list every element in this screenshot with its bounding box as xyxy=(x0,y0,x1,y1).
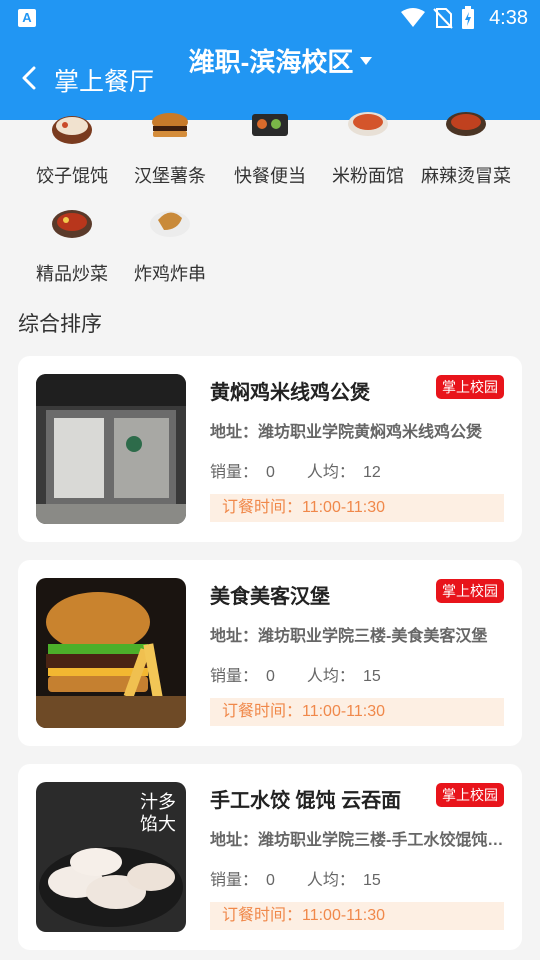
order-time: 订餐时间：11:00-11:30 xyxy=(210,698,504,726)
store-card[interactable]: 汁多馅大 手工水饺 馄饨 云吞面 掌上校园 地址：潍坊职业学院三楼-手工水饺馄饨… xyxy=(18,764,522,950)
store-tag-badge: 掌上校园 xyxy=(436,579,504,603)
hotpot-icon xyxy=(446,112,486,136)
avg-price-value: 12 xyxy=(362,464,381,481)
dumpling-photo: 汁多馅大 xyxy=(36,782,186,932)
campus-selector[interactable]: 潍职-滨海校区 xyxy=(188,46,380,78)
store-address: 地址：潍坊职业学院三楼-手工水饺馄饨云吞面 xyxy=(210,832,506,849)
fried-chicken-icon xyxy=(150,211,190,237)
store-name: 黄焖鸡米线鸡公煲 xyxy=(210,382,370,404)
noodle-icon xyxy=(348,112,388,136)
bento-icon xyxy=(252,114,288,136)
store-address: 地址：潍坊职业学院黄焖鸡米线鸡公煲 xyxy=(210,424,483,441)
storefront-photo xyxy=(36,374,186,524)
order-time: 订餐时间：11:00-11:30 xyxy=(210,494,504,522)
clock: 4:38 xyxy=(489,6,528,29)
store-name: 手工水饺 馄饨 云吞面 xyxy=(210,790,402,812)
sales-value: 0 xyxy=(266,872,275,889)
avg-price-value: 15 xyxy=(362,872,381,889)
avg-price-value: 15 xyxy=(362,668,381,685)
dumpling-icon xyxy=(52,116,92,144)
status-bar: A 4:38 xyxy=(0,0,540,36)
stirfry-icon xyxy=(52,210,92,238)
sales-value: 0 xyxy=(266,464,275,481)
app-notification-icon: A xyxy=(18,9,36,27)
campus-name: 潍职-滨海校区 xyxy=(188,47,354,77)
chevron-left-icon xyxy=(22,66,36,90)
store-stats: 销量： 0 人均： 15 xyxy=(210,872,381,889)
page-title: 掌上餐厅 xyxy=(54,68,155,96)
order-time: 订餐时间：11:00-11:30 xyxy=(210,902,504,930)
burger-photo xyxy=(36,578,186,728)
store-card[interactable]: 美食美客汉堡 掌上校园 地址：潍坊职业学院三楼-美食美客汉堡 销量： 0 人均： 15… xyxy=(18,560,522,746)
sales-value: 0 xyxy=(266,668,275,685)
wifi-icon xyxy=(401,8,426,27)
back-button[interactable] xyxy=(14,60,44,96)
store-address: 地址：潍坊职业学院三楼-美食美客汉堡 xyxy=(210,628,488,645)
no-sim-icon xyxy=(433,8,453,29)
sort-section-title: 综合排序 xyxy=(18,313,102,336)
photo-slogan: 汁多馅大 xyxy=(140,792,176,835)
store-tag-badge: 掌上校园 xyxy=(436,783,504,807)
store-stats: 销量： 0 人均： 15 xyxy=(210,668,381,685)
battery-charging-icon xyxy=(462,6,475,29)
store-card[interactable]: 黄焖鸡米线鸡公煲 掌上校园 地址：潍坊职业学院黄焖鸡米线鸡公煲 销量： 0 人均： 1… xyxy=(18,356,522,542)
store-stats: 销量： 0 人均： 12 xyxy=(210,464,381,481)
caret-down-icon xyxy=(360,57,372,65)
store-tag-badge: 掌上校园 xyxy=(436,375,504,399)
burger-icon xyxy=(152,113,188,137)
store-name: 美食美客汉堡 xyxy=(210,586,330,608)
